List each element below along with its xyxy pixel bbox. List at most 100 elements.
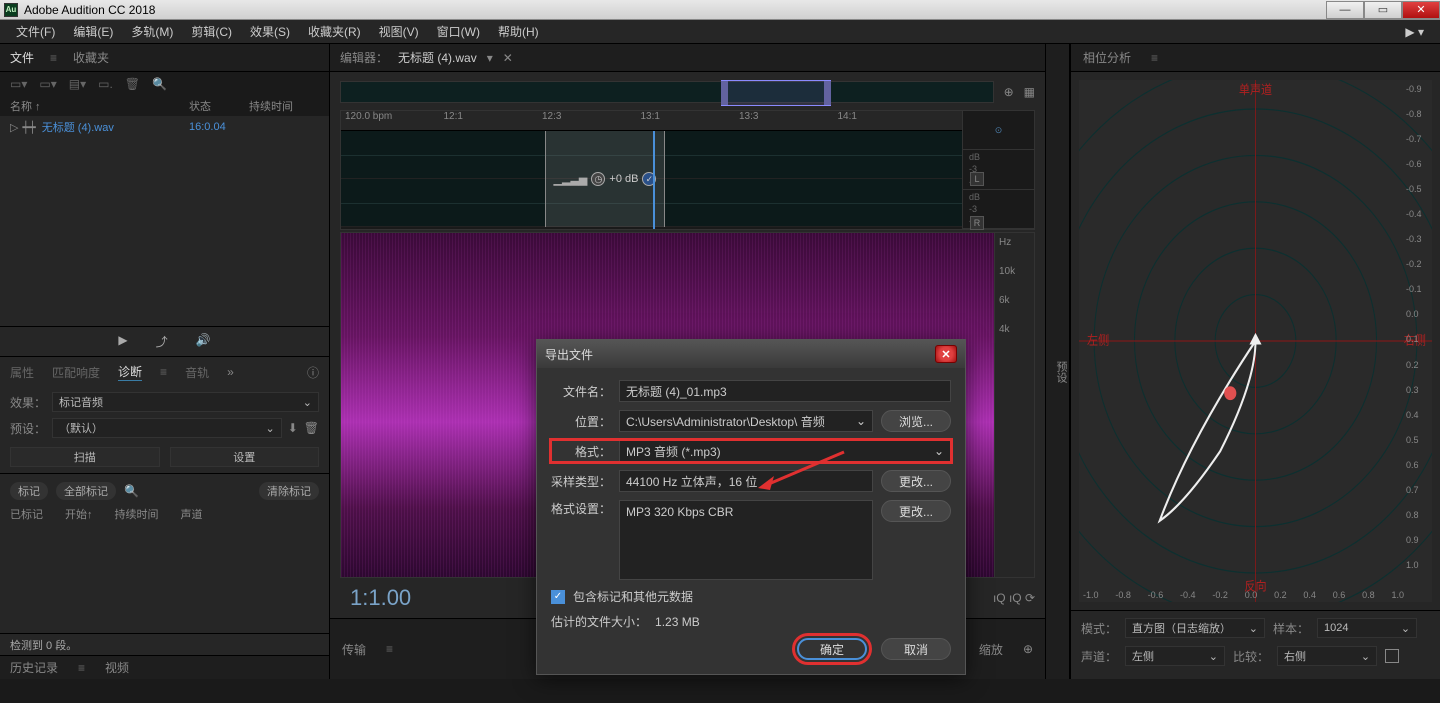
format-select[interactable]: MP3 音频 (*.mp3)⌄: [619, 440, 951, 462]
menu-effects[interactable]: 效果(S): [242, 21, 298, 42]
zoom-ident-icon[interactable]: ⊕: [1004, 85, 1014, 99]
clear-markers-button[interactable]: 清除标记: [259, 482, 319, 500]
overview-waveform[interactable]: [340, 81, 994, 103]
channel-L-button[interactable]: L: [970, 172, 984, 186]
effect-select[interactable]: 标记音频⌄: [52, 392, 319, 412]
transfer-tab[interactable]: 传输: [342, 641, 366, 658]
headphone-icon[interactable]: ⊙: [969, 125, 1028, 136]
more-tabs-icon[interactable]: »: [227, 365, 234, 379]
overview-handle[interactable]: [721, 80, 831, 106]
all-markers-button[interactable]: 全部标记: [56, 482, 116, 500]
sample-label: 采样类型：: [551, 473, 611, 490]
import-icon[interactable]: ▤▾: [69, 77, 86, 91]
cancel-button[interactable]: 取消: [881, 638, 951, 660]
estimate-label: 估计的文件大小：: [551, 613, 647, 630]
dialog-title: 导出文件: [545, 346, 593, 363]
trash-icon[interactable]: 🗑: [125, 77, 140, 91]
title-bar: Au Adobe Audition CC 2018 — ▭ ✕: [0, 0, 1440, 20]
tab-match[interactable]: 匹配响度: [52, 364, 100, 381]
loop-icon[interactable]: ⤴: [156, 333, 168, 350]
clock-icon: ◷: [591, 172, 605, 186]
tick: 13:3: [735, 111, 834, 130]
head-channel[interactable]: 声道: [181, 506, 221, 522]
view-mode-icon[interactable]: ▦: [1024, 85, 1035, 99]
minimize-button[interactable]: —: [1326, 1, 1364, 19]
dropdown-icon[interactable]: ▾: [487, 51, 493, 65]
format-settings-label: 格式设置：: [551, 500, 611, 517]
compare-label: 比较：: [1233, 648, 1269, 665]
search-marker-icon[interactable]: 🔍: [124, 484, 139, 498]
open-file-icon[interactable]: ▭▾: [39, 77, 56, 91]
compare-checkbox[interactable]: [1385, 649, 1399, 663]
tab-phase-analysis[interactable]: 相位分析: [1083, 49, 1131, 66]
menu-help[interactable]: 帮助(H): [490, 21, 547, 42]
file-row[interactable]: ▷ ┿┿ 无标题 (4).wav 16:0.04: [0, 116, 329, 138]
delete-icon[interactable]: 🗑: [304, 421, 319, 435]
menu-window[interactable]: 窗口(W): [429, 21, 488, 42]
browse-button[interactable]: 浏览...: [881, 410, 951, 432]
zoom-in-icon[interactable]: ⊕: [1023, 642, 1033, 656]
include-metadata-label: 包含标记和其他元数据: [573, 588, 693, 605]
include-metadata-checkbox[interactable]: ✓: [551, 590, 565, 604]
maximize-button[interactable]: ▭: [1364, 1, 1402, 19]
phase-graph[interactable]: 单声道 左侧 右侧 反向 -0.9-0.8-0.7 -0.6-0.5-0.4 -…: [1079, 80, 1432, 602]
expand-icon[interactable]: ▷: [10, 121, 18, 134]
samples-select[interactable]: 1024⌄: [1317, 618, 1417, 638]
app-logo-icon: Au: [4, 3, 18, 17]
tab-diagnostics[interactable]: 诊断: [118, 363, 142, 381]
tab-files[interactable]: 文件: [10, 49, 34, 66]
estimate-value: 1.23 MB: [655, 615, 700, 629]
close-tab-icon[interactable]: ✕: [503, 51, 513, 65]
record-icon[interactable]: ▭.: [98, 77, 113, 91]
col-name[interactable]: 名称 ↑: [10, 98, 189, 114]
menu-view[interactable]: 视图(V): [371, 21, 427, 42]
menu-clip[interactable]: 剪辑(C): [183, 21, 240, 42]
col-status[interactable]: 状态: [189, 98, 249, 114]
channel-select[interactable]: 左侧⌄: [1125, 646, 1225, 666]
strip-preset[interactable]: 预设: [1053, 361, 1069, 383]
head-duration[interactable]: 持续时间: [115, 506, 177, 522]
new-file-icon[interactable]: ▭▾: [10, 77, 27, 91]
format-label: 格式：: [551, 443, 611, 460]
menu-multitrack[interactable]: 多轨(M): [123, 21, 181, 42]
head-marked[interactable]: 已标记: [10, 506, 61, 522]
tab-history[interactable]: 历史记录: [10, 659, 58, 676]
play-icon[interactable]: ▶: [118, 333, 127, 350]
compare-select[interactable]: 右侧⌄: [1277, 646, 1377, 666]
ok-button[interactable]: 确定: [797, 638, 867, 660]
col-duration[interactable]: 持续时间: [249, 98, 319, 114]
search-icon[interactable]: 🔍: [152, 77, 167, 91]
mode-select[interactable]: 直方图（日志缩放）⌄: [1125, 618, 1265, 638]
menu-file[interactable]: 文件(F): [8, 21, 63, 42]
channel-R-button[interactable]: R: [970, 216, 984, 230]
time-display[interactable]: 1:1.00: [340, 585, 421, 611]
menu-favorites[interactable]: 收藏夹(R): [300, 21, 369, 42]
markers-button[interactable]: 标记: [10, 482, 48, 500]
tab-properties[interactable]: 属性: [10, 364, 34, 381]
change-format-button[interactable]: 更改...: [881, 500, 951, 522]
filename-input[interactable]: 无标题 (4)_01.mp3: [619, 380, 951, 402]
scan-button[interactable]: 扫描: [10, 447, 160, 467]
playhead[interactable]: [653, 131, 655, 229]
dialog-close-icon[interactable]: ✕: [935, 345, 957, 363]
download-icon[interactable]: ⬇: [288, 421, 298, 435]
volume-icon[interactable]: 🔊: [196, 333, 211, 350]
tab-favorites[interactable]: 收藏夹: [73, 49, 109, 66]
change-sample-button[interactable]: 更改...: [881, 470, 951, 492]
workspace-icon[interactable]: ▶ ▾: [1397, 23, 1432, 41]
format-settings-field: MP3 320 Kbps CBR: [619, 500, 873, 580]
info-icon[interactable]: ⓘ: [307, 364, 319, 381]
preset-select[interactable]: （默认）⌄: [52, 418, 282, 438]
head-start[interactable]: 开始↑: [65, 506, 111, 522]
freq-tick: 4k: [999, 324, 1030, 335]
tab-track[interactable]: 音轨: [185, 364, 209, 381]
app-title: Adobe Audition CC 2018: [24, 3, 1326, 17]
hud-scrubber[interactable]: ▁▂▃▅ ◷ +0 dB ✓: [545, 131, 665, 227]
zoom-tools-icon[interactable]: ıQ ıQ ⟳: [993, 591, 1035, 605]
close-button[interactable]: ✕: [1402, 1, 1440, 19]
svg-text:左侧: 左侧: [1087, 332, 1109, 348]
menu-edit[interactable]: 编辑(E): [65, 21, 121, 42]
location-select[interactable]: C:\Users\Administrator\Desktop\ 音频⌄: [619, 410, 873, 432]
tab-video[interactable]: 视频: [105, 659, 129, 676]
settings-button[interactable]: 设置: [170, 447, 320, 467]
